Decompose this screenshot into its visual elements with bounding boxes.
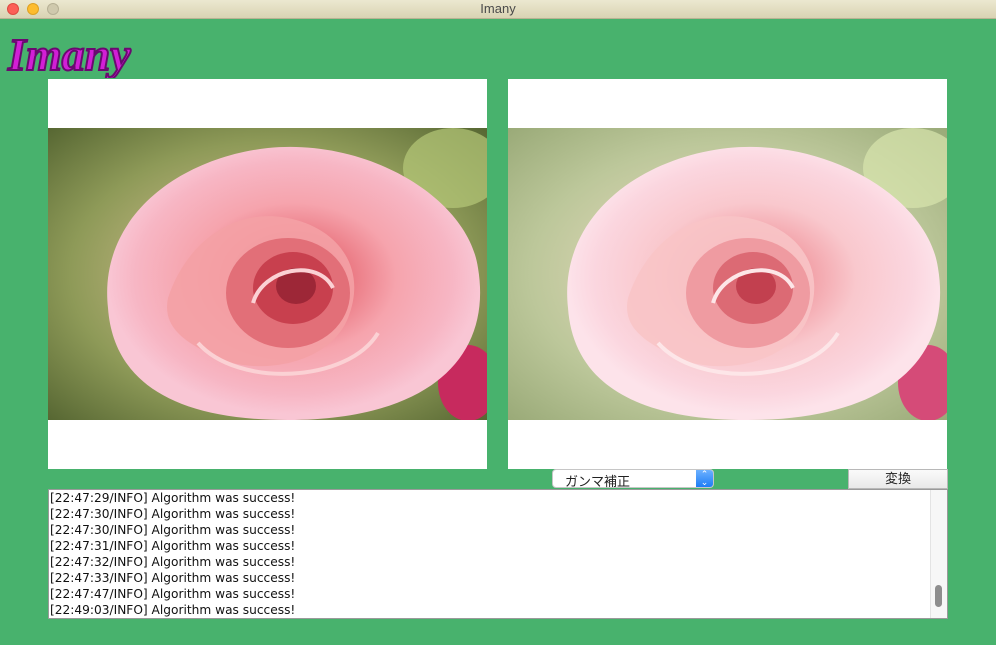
log-line: [22:47:30/INFO] Algorithm was success! xyxy=(50,507,296,521)
original-rose-image xyxy=(48,128,487,420)
processed-rose-image xyxy=(508,128,947,420)
log-lines: [22:47:29/INFO] Algorithm was success! [2… xyxy=(50,490,295,618)
log-line: [22:47:32/INFO] Algorithm was success! xyxy=(50,555,296,569)
log-line: [22:47:47/INFO] Algorithm was success! xyxy=(50,587,296,601)
log-scrollbar-thumb[interactable] xyxy=(935,585,942,607)
log-line: [22:47:30/INFO] Algorithm was success! xyxy=(50,523,296,537)
title-bar: Imany xyxy=(0,0,996,19)
logo-text: Imany xyxy=(7,29,131,78)
app-logo: Imany xyxy=(6,28,132,78)
log-scrollbar[interactable] xyxy=(930,490,947,618)
log-line: [22:47:31/INFO] Algorithm was success! xyxy=(50,539,296,553)
convert-button[interactable]: 変換 xyxy=(848,469,948,489)
log-output[interactable]: [22:47:29/INFO] Algorithm was success! [2… xyxy=(48,489,948,619)
algorithm-select-value: ガンマ補正 xyxy=(565,474,631,489)
window-title: Imany xyxy=(480,1,516,16)
log-line: [22:47:33/INFO] Algorithm was success! xyxy=(50,571,296,585)
original-image-panel xyxy=(48,79,487,469)
app-window: Imany Imany ガンマ補正 ⌃ ⌄ 変換 [22:47:29/INFO]… xyxy=(0,0,996,645)
processed-image-panel xyxy=(508,79,947,469)
chevron-up-down-icon: ⌃ ⌄ xyxy=(696,470,713,487)
log-line: [22:47:29/INFO] Algorithm was success! xyxy=(50,491,296,505)
algorithm-select[interactable]: ガンマ補正 ⌃ ⌄ xyxy=(552,469,714,489)
log-line: [22:49:03/INFO] Algorithm was success! xyxy=(50,603,296,617)
